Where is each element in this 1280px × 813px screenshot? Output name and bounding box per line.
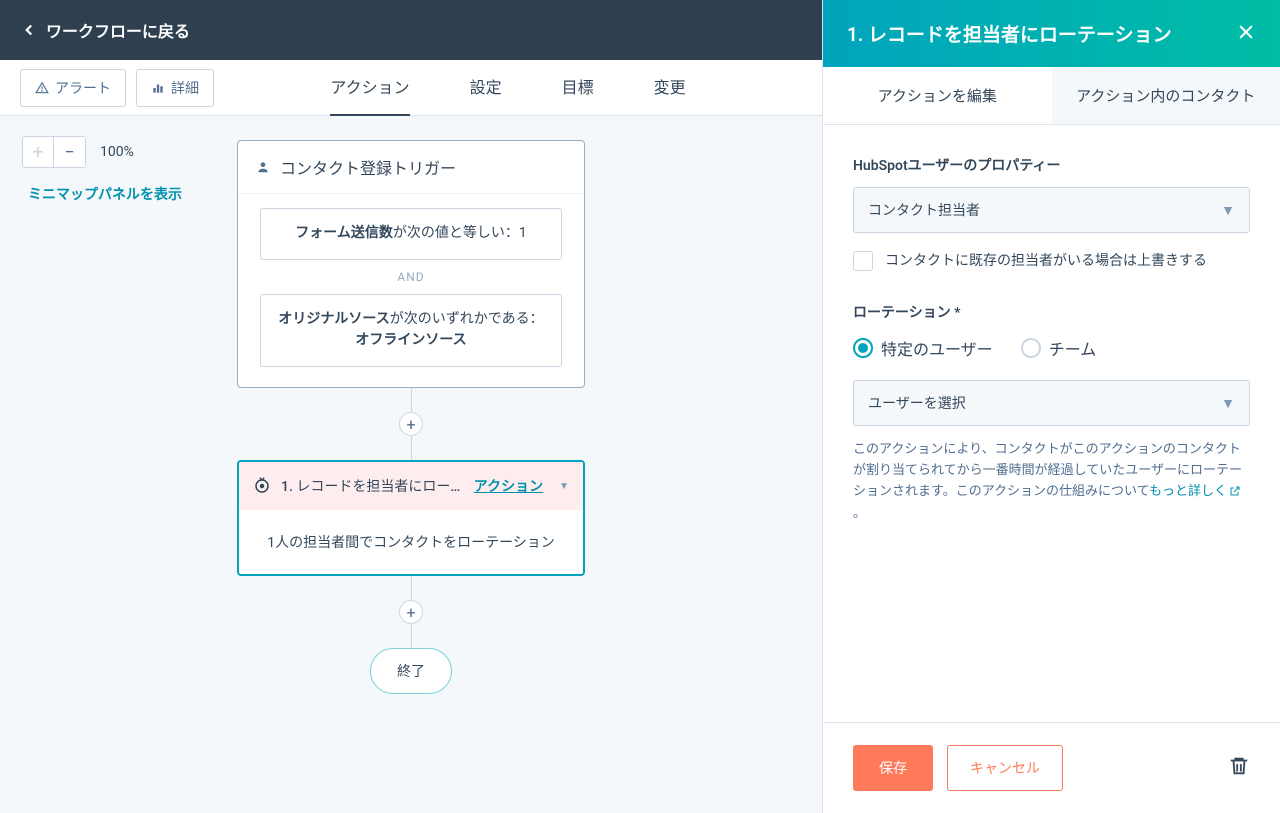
radio-icon xyxy=(853,338,873,358)
tab-changes[interactable]: 変更 xyxy=(654,58,686,117)
alert-button[interactable]: アラート xyxy=(20,69,126,107)
property-label: HubSpotユーザーのプロパティー xyxy=(853,155,1250,175)
learn-more-link[interactable]: もっと詳しく xyxy=(1149,484,1241,499)
close-panel-button[interactable] xyxy=(1236,22,1256,46)
back-to-workflows-link[interactable]: ワークフローに戻る xyxy=(20,18,190,42)
bar-chart-icon xyxy=(151,81,165,95)
add-step-button-2[interactable]: + xyxy=(399,600,423,624)
action-title: 1. レコードを担当者にローテー... xyxy=(281,476,464,496)
connector xyxy=(411,436,412,460)
chevron-left-icon xyxy=(20,21,38,39)
workflow-canvas[interactable]: + − 100% ミニマップパネルを表示 コンタクト登録トリガー フォーム送信数… xyxy=(0,116,822,813)
action-body: 1人の担当者間でコンタクトをローテーション xyxy=(239,510,583,574)
connector xyxy=(411,576,412,600)
panel-tab-edit[interactable]: アクションを編集 xyxy=(823,67,1052,124)
chevron-down-icon: ▼ xyxy=(559,481,569,492)
contact-icon xyxy=(256,160,270,174)
panel-tab-contacts[interactable]: アクション内のコンタクト xyxy=(1052,67,1280,124)
connector xyxy=(411,624,412,648)
tab-goals[interactable]: 目標 xyxy=(562,58,594,117)
trigger-title: コンタクト登録トリガー xyxy=(280,155,456,179)
end-node: 終了 xyxy=(370,648,452,694)
radio-teams[interactable]: チーム xyxy=(1021,336,1097,360)
rotate-icon xyxy=(253,477,271,495)
action-header: 1. レコードを担当者にローテー... アクション ▼ xyxy=(239,462,583,510)
back-label: ワークフローに戻る xyxy=(46,18,190,42)
close-icon xyxy=(1236,22,1256,42)
connector xyxy=(411,388,412,412)
filter-2[interactable]: オリジナルソースが次のいずれかである：オフラインソース xyxy=(260,294,562,367)
zoom-out-button[interactable]: − xyxy=(54,136,86,168)
chevron-down-icon: ▼ xyxy=(1221,395,1235,412)
radio-icon xyxy=(1021,338,1041,358)
details-button[interactable]: 詳細 xyxy=(136,69,214,107)
external-link-icon xyxy=(1229,484,1241,505)
tab-actions[interactable]: アクション xyxy=(330,58,409,117)
panel-header: 1. レコードを担当者にローテーション xyxy=(823,0,1280,67)
show-minimap-link[interactable]: ミニマップパネルを表示 xyxy=(28,184,182,204)
property-select[interactable]: コンタクト担当者 ▼ xyxy=(853,187,1250,233)
side-panel: 1. レコードを担当者にローテーション アクションを編集 アクション内のコンタク… xyxy=(822,0,1280,813)
trigger-header: コンタクト登録トリガー xyxy=(238,141,584,194)
radio-specific-users[interactable]: 特定のユーザー xyxy=(853,336,993,360)
overwrite-checkbox[interactable] xyxy=(853,251,873,271)
overwrite-label: コンタクトに既存の担当者がいる場合は上書きする xyxy=(885,251,1207,272)
action-dropdown-link[interactable]: アクション xyxy=(474,476,543,496)
tab-settings[interactable]: 設定 xyxy=(470,58,502,117)
action-node-1[interactable]: 1. レコードを担当者にローテー... アクション ▼ 1人の担当者間でコンタク… xyxy=(237,460,585,576)
warning-icon xyxy=(35,81,49,95)
zoom-controls: + − 100% xyxy=(22,136,134,168)
delete-button[interactable] xyxy=(1228,755,1250,781)
sub-nav: アラート 詳細 アクション 設定 目標 変更 xyxy=(0,60,822,116)
save-button[interactable]: 保存 xyxy=(853,745,933,791)
top-bar: ワークフローに戻る xyxy=(0,0,822,60)
panel-footer: 保存 キャンセル xyxy=(823,722,1280,813)
user-select[interactable]: ユーザーを選択 ▼ xyxy=(853,380,1250,426)
helper-text: このアクションにより、コンタクトがこのアクションのコンタクトが割り当てられてから… xyxy=(853,440,1250,525)
cancel-button[interactable]: キャンセル xyxy=(947,745,1063,791)
trigger-node[interactable]: コンタクト登録トリガー フォーム送信数が次の値と等しい：1 AND オリジナルソ… xyxy=(237,140,585,388)
zoom-percent: 100% xyxy=(100,144,134,160)
chevron-down-icon: ▼ xyxy=(1221,202,1235,219)
zoom-in-button[interactable]: + xyxy=(22,136,54,168)
trash-icon xyxy=(1228,755,1250,777)
filter-1[interactable]: フォーム送信数が次の値と等しい：1 xyxy=(260,208,562,260)
filter-and-label: AND xyxy=(260,260,562,294)
panel-title: 1. レコードを担当者にローテーション xyxy=(847,20,1172,47)
add-step-button-1[interactable]: + xyxy=(399,412,423,436)
rotation-label: ローテーション * xyxy=(853,302,1250,322)
